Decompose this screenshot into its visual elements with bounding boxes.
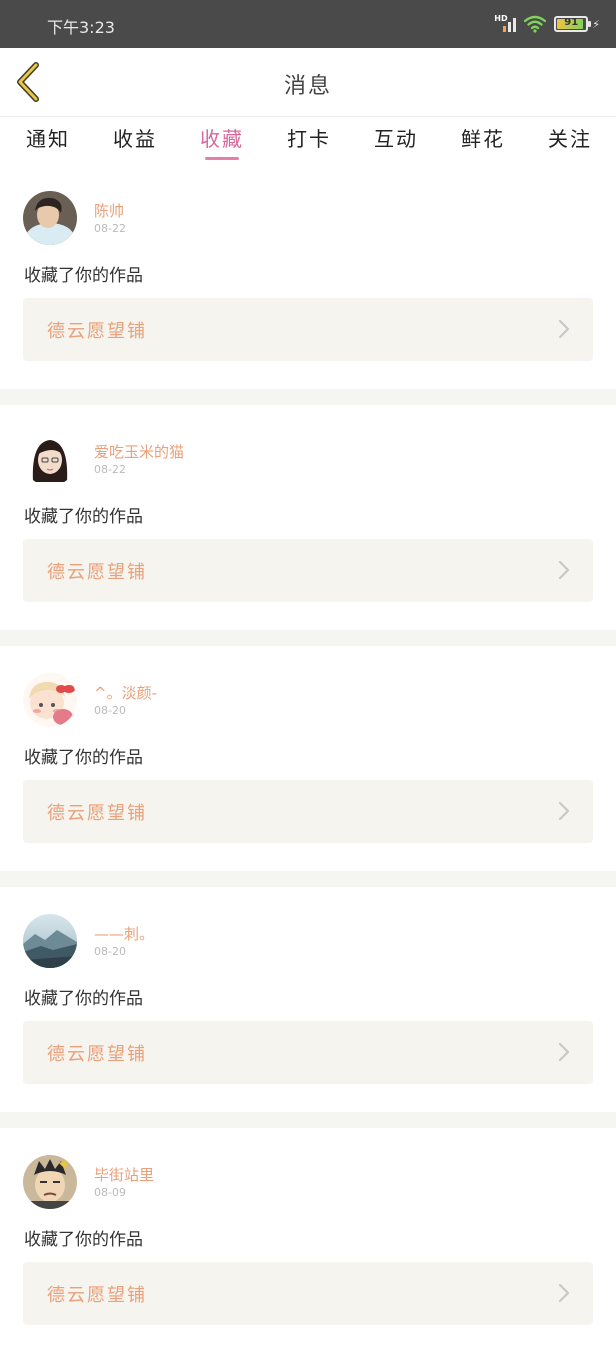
username[interactable]: 陈帅 <box>94 200 124 221</box>
battery-percent: 91 <box>564 17 579 28</box>
avatar[interactable] <box>23 191 77 245</box>
active-tab-indicator <box>205 157 239 160</box>
username[interactable]: 毕街站里 <box>94 1164 154 1185</box>
divider <box>0 389 616 405</box>
tab-favorites[interactable]: 收藏 <box>200 123 244 152</box>
header-bar: 消息 <box>0 48 616 116</box>
wifi-icon <box>524 15 547 33</box>
username[interactable]: 爱吃玉米的猫 <box>94 441 184 462</box>
username[interactable]: ^。淡颜- <box>94 682 157 703</box>
tab-earnings[interactable]: 收益 <box>113 123 157 152</box>
notification-message: 收藏了你的作品 <box>24 266 143 286</box>
avatar[interactable] <box>23 914 77 968</box>
notification-date: 08-22 <box>94 222 126 235</box>
notification-message: 收藏了你的作品 <box>24 1230 143 1250</box>
list-item: 爱吃玉米的猫 08-22 收藏了你的作品 德云愿望铺 <box>0 405 616 630</box>
page-title: 消息 <box>283 74 332 99</box>
tab-follows[interactable]: 关注 <box>548 123 592 152</box>
work-link-button[interactable]: 德云愿望铺 <box>23 1021 593 1084</box>
work-title: 德云愿望铺 <box>47 803 147 824</box>
notification-list: 陈帅 08-22 收藏了你的作品 德云愿望铺 爱吃玉米的猫 08-22 收藏了你… <box>0 164 616 1353</box>
list-item: ^。淡颜- 08-20 收藏了你的作品 德云愿望铺 <box>0 646 616 871</box>
divider <box>0 871 616 887</box>
tab-notifications[interactable]: 通知 <box>26 123 70 152</box>
notification-date: 08-20 <box>94 704 126 717</box>
work-link-button[interactable]: 德云愿望铺 <box>23 298 593 361</box>
tab-checkin[interactable]: 打卡 <box>287 123 331 152</box>
list-item: 毕街站里 08-09 收藏了你的作品 德云愿望铺 <box>0 1128 616 1353</box>
avatar[interactable] <box>23 432 77 486</box>
notification-date: 08-20 <box>94 945 126 958</box>
chevron-right-icon <box>558 1283 570 1303</box>
work-link-button[interactable]: 德云愿望铺 <box>23 780 593 843</box>
tab-bar: 通知 收益 收藏 打卡 互动 鲜花 关注 <box>0 116 616 164</box>
notification-message: 收藏了你的作品 <box>24 989 143 1009</box>
notification-message: 收藏了你的作品 <box>24 507 143 527</box>
battery-icon: 91 <box>554 16 592 32</box>
work-title: 德云愿望铺 <box>47 1044 147 1065</box>
work-link-button[interactable]: 德云愿望铺 <box>23 539 593 602</box>
charging-icon: ⚡ <box>592 17 600 31</box>
chevron-right-icon <box>558 1042 570 1062</box>
notification-date: 08-22 <box>94 463 126 476</box>
notification-message: 收藏了你的作品 <box>24 748 143 768</box>
work-title: 德云愿望铺 <box>47 1285 147 1306</box>
work-title: 德云愿望铺 <box>47 562 147 583</box>
avatar[interactable] <box>23 673 77 727</box>
chevron-right-icon <box>558 319 570 339</box>
cellular-signal-icon: HD <box>494 14 517 34</box>
work-title: 德云愿望铺 <box>47 321 147 342</box>
divider <box>0 630 616 646</box>
notification-date: 08-09 <box>94 1186 126 1199</box>
avatar[interactable] <box>23 1155 77 1209</box>
tab-interactions[interactable]: 互动 <box>374 123 418 152</box>
status-time: 下午3:23 <box>47 18 115 37</box>
chevron-right-icon <box>558 801 570 821</box>
status-bar: 下午3:23 HD 91 ⚡ <box>0 0 616 48</box>
username[interactable]: ——刺。 <box>94 923 154 944</box>
list-item: 陈帅 08-22 收藏了你的作品 德云愿望铺 <box>0 164 616 389</box>
work-link-button[interactable]: 德云愿望铺 <box>23 1262 593 1325</box>
tab-flowers[interactable]: 鲜花 <box>461 123 505 152</box>
status-icons: HD 91 ⚡ <box>494 12 600 36</box>
divider <box>0 1112 616 1128</box>
list-item: ——刺。 08-20 收藏了你的作品 德云愿望铺 <box>0 887 616 1112</box>
chevron-right-icon <box>558 560 570 580</box>
